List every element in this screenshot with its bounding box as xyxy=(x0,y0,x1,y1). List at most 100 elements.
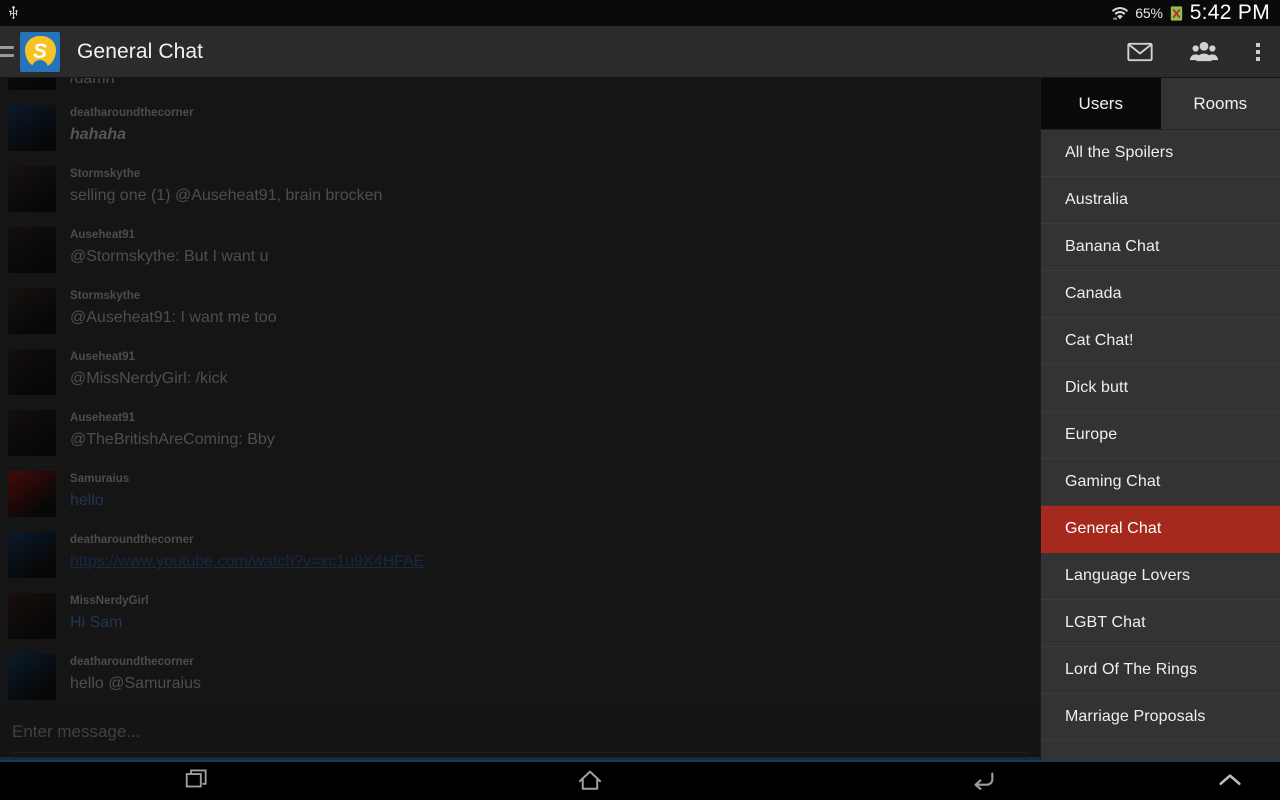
home-icon[interactable] xyxy=(393,760,786,800)
message-body: deatharoundthecorner https://www.youtube.… xyxy=(70,532,1040,578)
room-label: Dick butt xyxy=(1065,379,1129,396)
avatar[interactable] xyxy=(8,105,56,151)
message-username[interactable]: Samuraius xyxy=(70,472,1040,487)
avatar[interactable] xyxy=(8,288,56,334)
battery-percent-label: 65% xyxy=(1135,5,1163,21)
room-label: Canada xyxy=(1065,285,1122,302)
room-list-item[interactable]: Europe xyxy=(1041,412,1280,459)
side-drawer: Users Rooms All the Spoilers Australia Bana… xyxy=(1040,78,1280,760)
avatar[interactable] xyxy=(8,654,56,700)
overflow-dots xyxy=(1256,42,1260,61)
message-username[interactable]: Stormskythe xyxy=(70,289,1040,304)
message-text: /damn xyxy=(70,78,115,87)
room-list-item[interactable]: Marriage Proposals xyxy=(1041,694,1280,741)
usb-icon xyxy=(9,6,18,20)
message-row[interactable]: deatharoundthecorner hello @Samuraius xyxy=(0,648,1040,703)
message-body: Stormskythe @Auseheat91: I want me too xyxy=(70,288,1040,334)
message-username[interactable]: Stormskythe xyxy=(70,167,1040,182)
android-screen: 65% 5:42 PM S General Chat /damn deathar… xyxy=(0,0,1280,800)
room-list-item[interactable]: Banana Chat xyxy=(1041,224,1280,271)
message-text: selling one (1) @Auseheat91, brain brock… xyxy=(70,187,383,204)
room-label: Cat Chat! xyxy=(1065,332,1134,349)
message-username[interactable]: deatharoundthecorner xyxy=(70,655,1040,670)
message-row[interactable]: Auseheat91 @TheBritishAreComing: Bby xyxy=(0,404,1040,465)
page-title: General Chat xyxy=(77,39,204,63)
room-list-item[interactable]: Gaming Chat xyxy=(1041,459,1280,506)
room-label: Marriage Proposals xyxy=(1065,708,1206,725)
message-username[interactable]: Auseheat91 xyxy=(70,228,1040,243)
message-text: hello @Samuraius xyxy=(70,675,201,692)
room-list-item[interactable]: Australia xyxy=(1041,177,1280,224)
hamburger-icon[interactable] xyxy=(0,46,14,57)
app-logo-icon[interactable]: S xyxy=(20,31,60,72)
avatar[interactable] xyxy=(8,593,56,639)
avatar[interactable] xyxy=(8,471,56,517)
back-icon[interactable] xyxy=(787,760,1180,800)
system-navigation-bar xyxy=(0,760,1280,800)
message-username[interactable]: Auseheat91 xyxy=(70,350,1040,365)
drawer-tabs: Users Rooms xyxy=(1041,78,1280,130)
message-username[interactable]: Auseheat91 xyxy=(70,411,1040,426)
expand-up-icon[interactable] xyxy=(1180,760,1280,800)
message-row[interactable]: /damn xyxy=(0,78,1040,99)
message-body: Auseheat91 @Stormskythe: But I want u xyxy=(70,227,1040,273)
room-label: General Chat xyxy=(1065,520,1162,537)
overflow-dot xyxy=(1256,56,1260,61)
status-bar: 65% 5:42 PM xyxy=(0,0,1280,26)
room-list-item[interactable]: All the Spoilers xyxy=(1041,130,1280,177)
room-list-item[interactable]: Dick butt xyxy=(1041,365,1280,412)
message-row[interactable]: deatharoundthecorner hahaha xyxy=(0,99,1040,160)
room-list-item[interactable]: Cat Chat! xyxy=(1041,318,1280,365)
tab-rooms[interactable]: Rooms xyxy=(1161,78,1280,129)
overflow-menu-icon[interactable] xyxy=(1236,26,1280,78)
message-list[interactable]: /damn deatharoundthecorner hahaha Stormskyt… xyxy=(0,78,1040,703)
message-row[interactable]: deatharoundthecorner https://www.youtube.… xyxy=(0,526,1040,587)
room-label: Europe xyxy=(1065,426,1118,443)
hamburger-bar xyxy=(0,46,14,49)
message-body: deatharoundthecorner hahaha xyxy=(70,105,1040,151)
message-row[interactable]: Stormskythe selling one (1) @Auseheat91, … xyxy=(0,160,1040,221)
room-label: Australia xyxy=(1065,191,1129,208)
message-username[interactable]: deatharoundthecorner xyxy=(70,533,1040,548)
room-label: Language Lovers xyxy=(1065,567,1191,584)
tab-users[interactable]: Users xyxy=(1041,78,1161,129)
avatar[interactable] xyxy=(8,227,56,273)
message-row[interactable]: Samuraius hello xyxy=(0,465,1040,526)
message-username[interactable]: MissNerdyGirl xyxy=(70,594,1040,609)
logo-letter: S xyxy=(32,40,47,63)
room-list-item[interactable]: Language Lovers xyxy=(1041,553,1280,600)
message-body: Stormskythe selling one (1) @Auseheat91, … xyxy=(70,166,1040,212)
room-list-item[interactable]: Lord Of The Rings xyxy=(1041,647,1280,694)
room-list-item[interactable]: LGBT Chat xyxy=(1041,600,1280,647)
message-row[interactable]: MissNerdyGirl Hi Sam xyxy=(0,587,1040,648)
avatar[interactable] xyxy=(8,78,56,90)
message-username[interactable]: deatharoundthecorner xyxy=(70,106,1040,121)
message-row[interactable]: Stormskythe @Auseheat91: I want me too xyxy=(0,282,1040,343)
message-body: Samuraius hello xyxy=(70,471,1040,517)
message-text: @Auseheat91: I want me too xyxy=(70,309,277,326)
people-icon[interactable] xyxy=(1172,26,1236,78)
message-input[interactable] xyxy=(12,721,1028,742)
message-composer[interactable] xyxy=(0,703,1040,760)
message-row[interactable]: Auseheat91 @MissNerdyGirl: /kick xyxy=(0,343,1040,404)
message-link[interactable]: https://www.youtube.com/watch?v=xc1u9X4H… xyxy=(70,550,1040,573)
message-text: @Stormskythe: But I want u xyxy=(70,248,269,265)
avatar[interactable] xyxy=(8,532,56,578)
room-list[interactable]: All the Spoilers Australia Banana Chat Cana… xyxy=(1041,130,1280,760)
mail-icon[interactable] xyxy=(1108,26,1172,78)
overflow-dot xyxy=(1256,42,1260,47)
message-body: Auseheat91 @TheBritishAreComing: Bby xyxy=(70,410,1040,456)
message-text: Hi Sam xyxy=(70,614,123,631)
avatar[interactable] xyxy=(8,349,56,395)
avatar[interactable] xyxy=(8,166,56,212)
room-list-item[interactable]: Canada xyxy=(1041,271,1280,318)
message-row[interactable]: Auseheat91 @Stormskythe: But I want u xyxy=(0,221,1040,282)
message-text: @TheBritishAreComing: Bby xyxy=(70,431,275,448)
message-text: hahaha xyxy=(70,126,127,143)
message-body: Auseheat91 @MissNerdyGirl: /kick xyxy=(70,349,1040,395)
avatar[interactable] xyxy=(8,410,56,456)
message-text: @MissNerdyGirl: /kick xyxy=(70,370,228,387)
recents-icon[interactable] xyxy=(0,760,393,800)
room-label: Banana Chat xyxy=(1065,238,1160,255)
room-list-item[interactable]: General Chat xyxy=(1041,506,1280,553)
